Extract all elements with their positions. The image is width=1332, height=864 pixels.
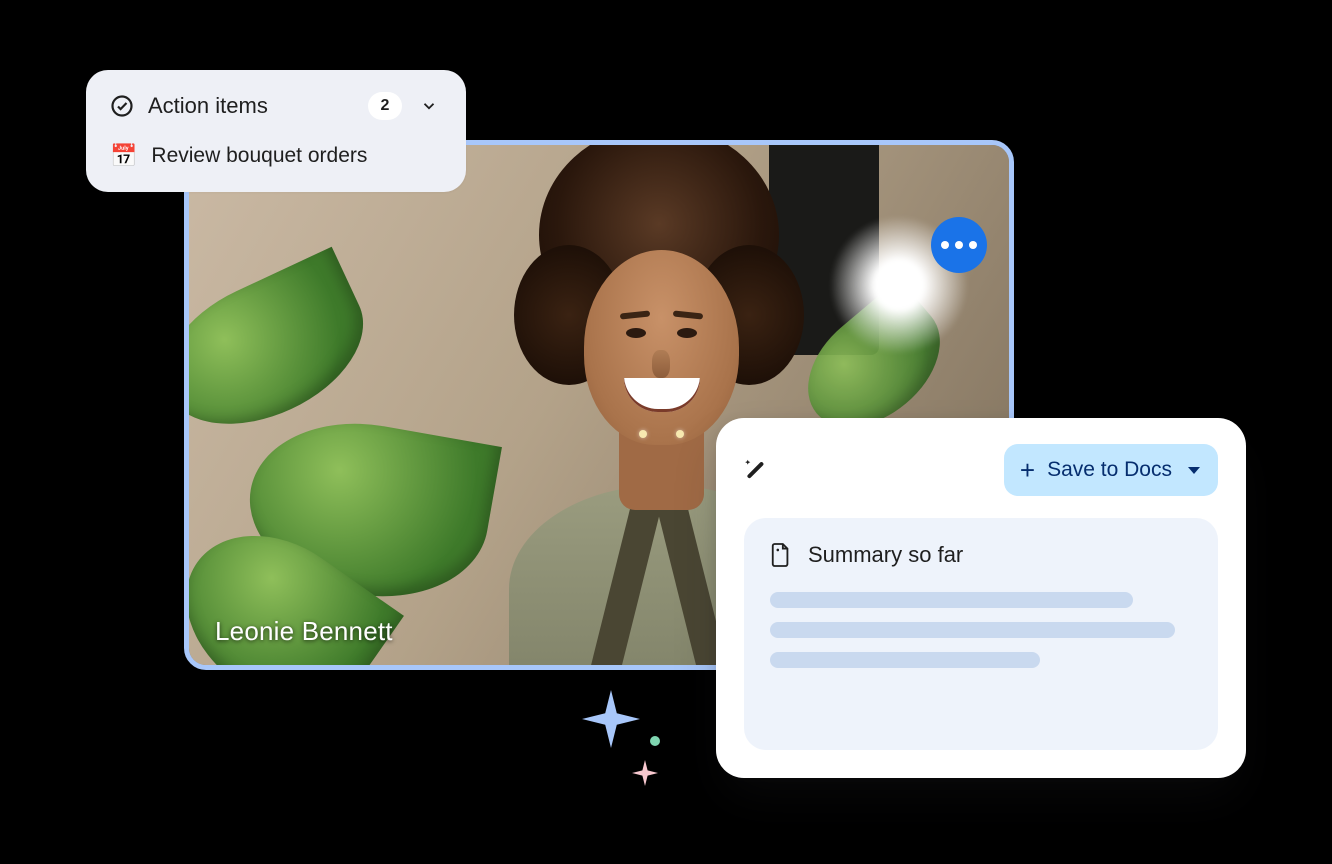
plus-icon: + bbox=[1020, 457, 1035, 483]
placeholder-line bbox=[770, 622, 1175, 638]
summary-section-title: Summary so far bbox=[808, 542, 963, 568]
save-to-docs-label: Save to Docs bbox=[1047, 458, 1172, 482]
placeholder-line bbox=[770, 652, 1040, 668]
more-options-icon bbox=[941, 241, 949, 249]
more-options-button[interactable] bbox=[931, 217, 987, 273]
action-items-header[interactable]: Action items 2 bbox=[110, 92, 442, 120]
check-circle-icon bbox=[110, 94, 134, 118]
calendar-icon: 📅 bbox=[110, 145, 137, 167]
participant-name-label: Leonie Bennett bbox=[215, 616, 393, 647]
document-icon bbox=[770, 542, 792, 568]
action-items-title: Action items bbox=[148, 93, 268, 119]
action-items-count-badge: 2 bbox=[368, 92, 402, 120]
save-to-docs-button[interactable]: + Save to Docs bbox=[1004, 444, 1218, 496]
sparkle-icon bbox=[582, 690, 640, 748]
magic-wand-icon bbox=[744, 456, 772, 484]
sparkle-icon bbox=[632, 760, 658, 786]
action-item-row[interactable]: 📅 Review bouquet orders bbox=[110, 144, 442, 168]
summary-body: Summary so far bbox=[744, 518, 1218, 750]
summary-card: + Save to Docs Summary so far bbox=[716, 418, 1246, 778]
action-items-card: Action items 2 📅 Review bouquet orders bbox=[86, 70, 466, 192]
action-item-text: Review bouquet orders bbox=[151, 144, 367, 168]
summary-placeholder-lines bbox=[770, 592, 1192, 668]
sparkle-dot-icon bbox=[650, 736, 660, 746]
dropdown-caret-icon bbox=[1188, 467, 1200, 474]
chevron-down-icon[interactable] bbox=[416, 93, 442, 119]
placeholder-line bbox=[770, 592, 1133, 608]
